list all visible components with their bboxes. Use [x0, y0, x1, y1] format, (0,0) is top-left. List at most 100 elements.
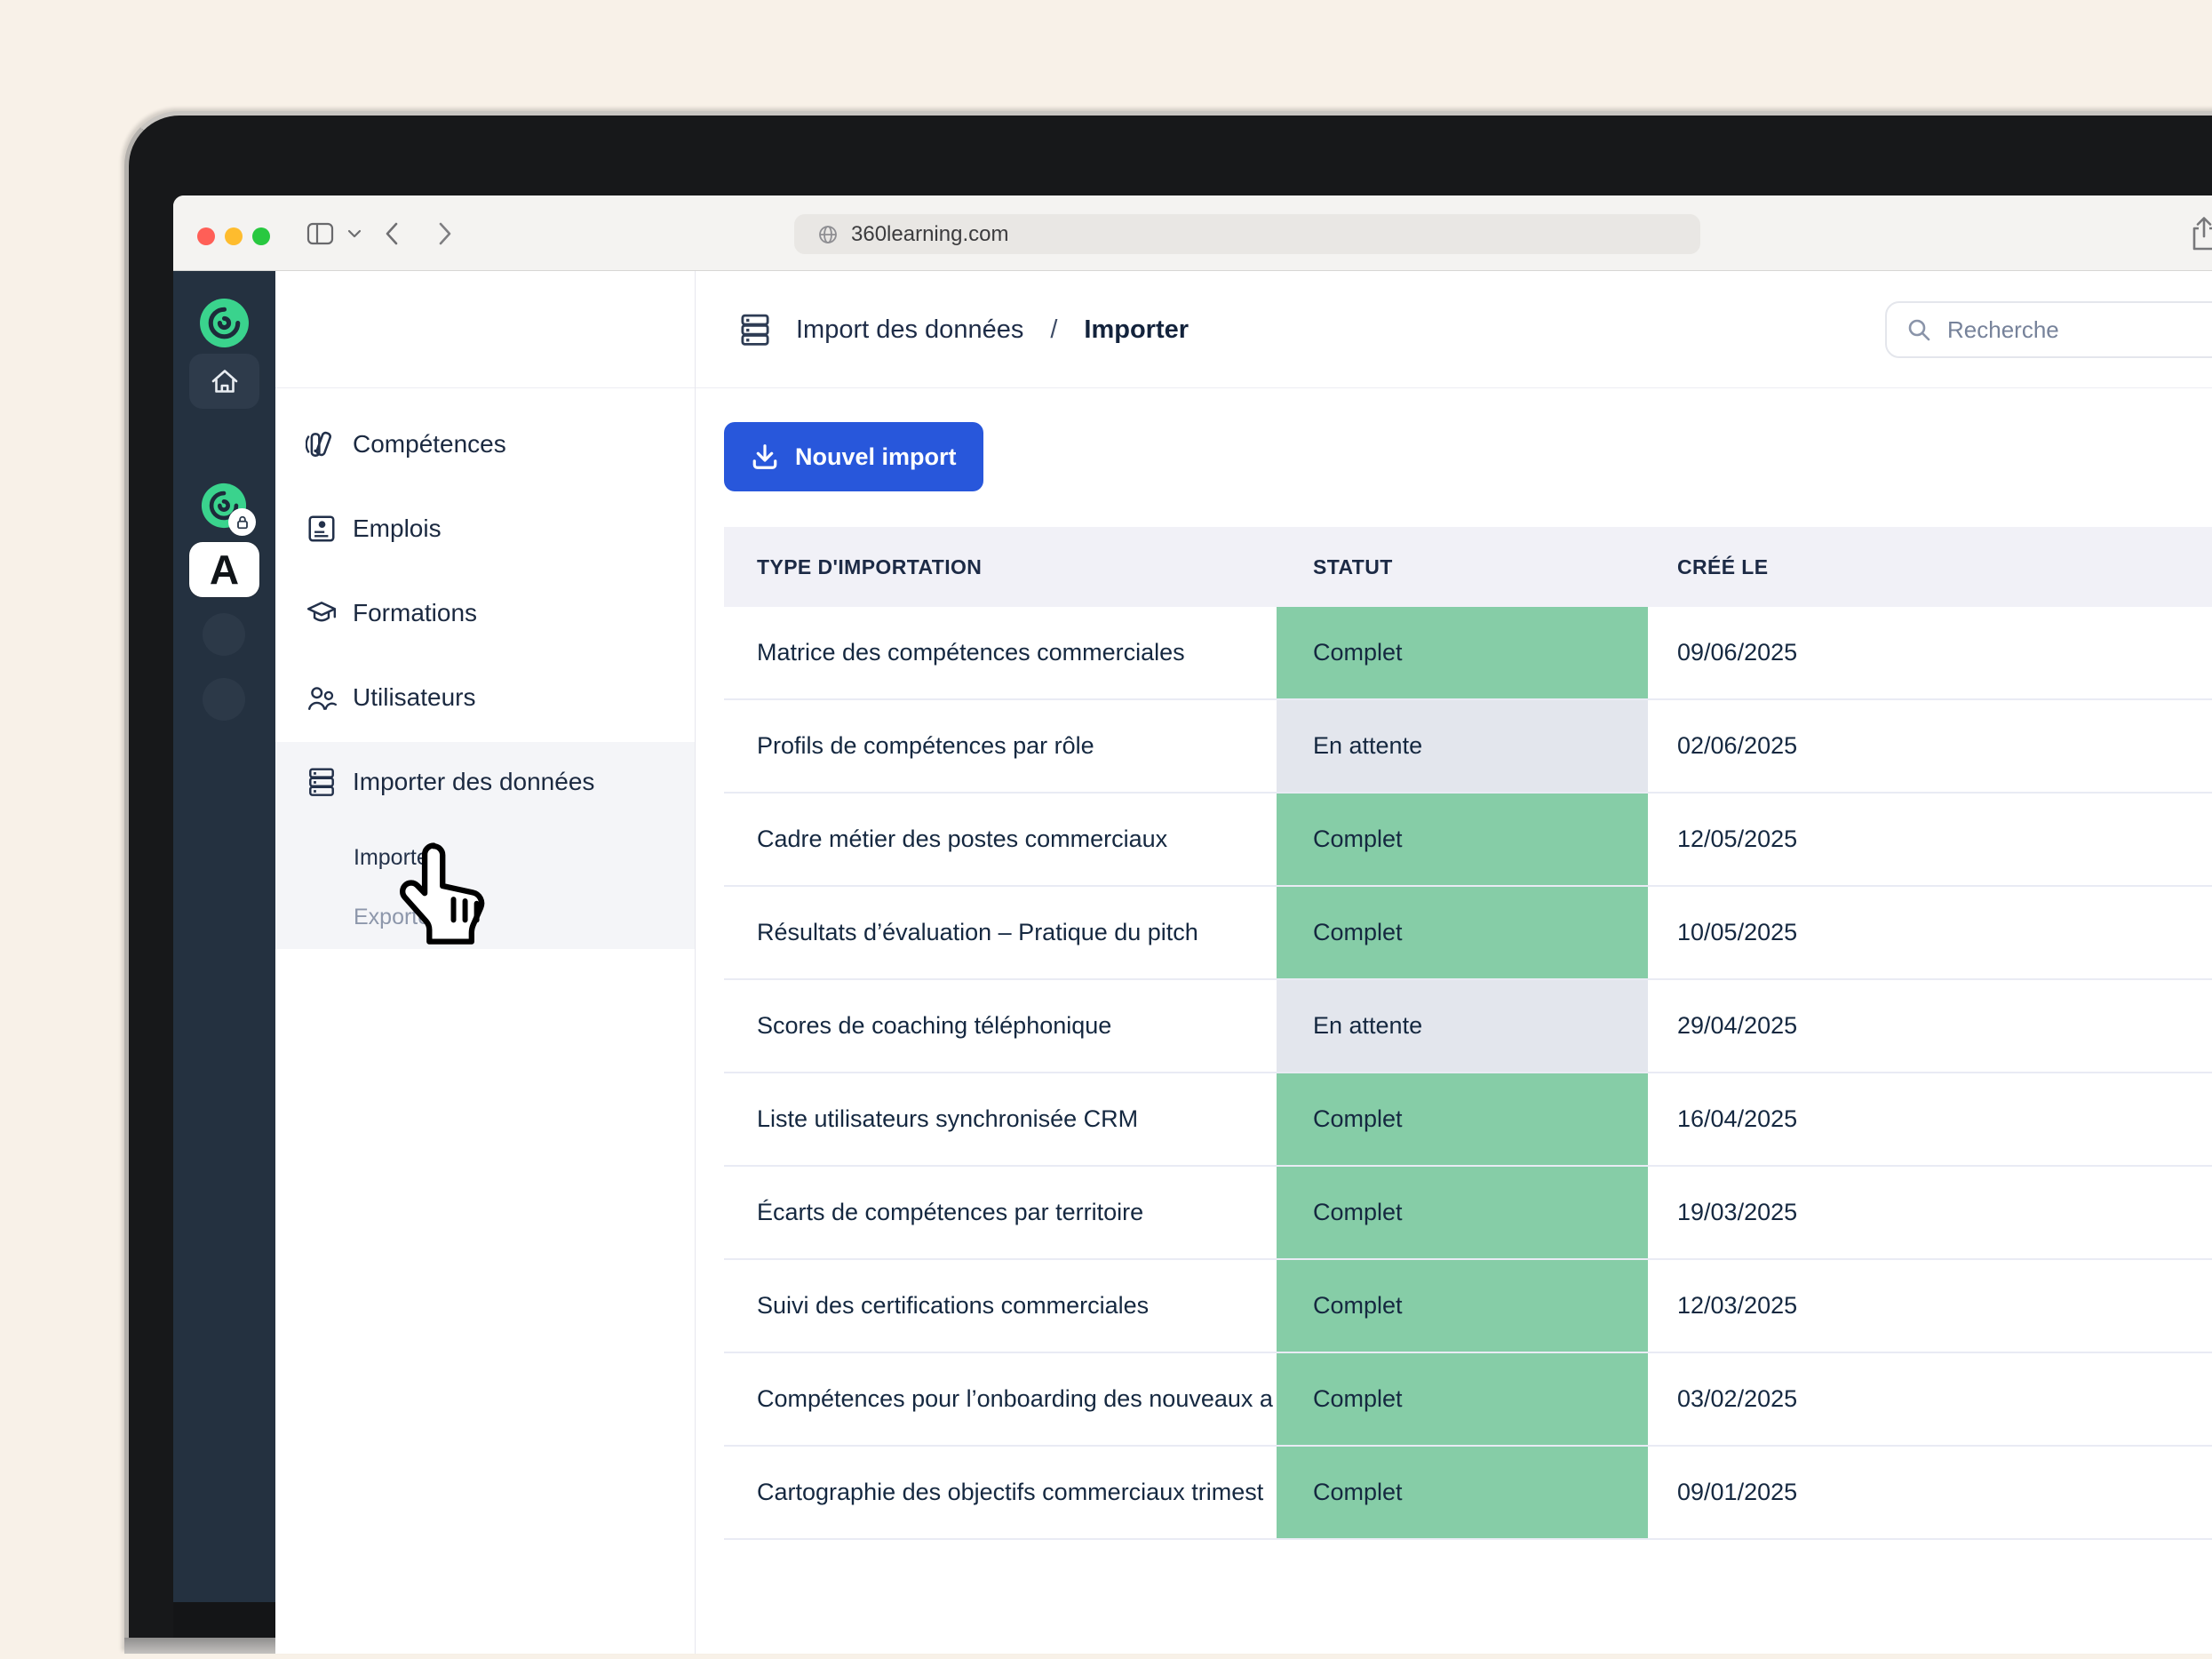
360learning-locked-space-icon[interactable]	[201, 483, 247, 529]
app-root: A Compétences Emplois	[173, 271, 2212, 1654]
sidebar-item-label: Formations	[353, 599, 477, 627]
status-badge: En attente	[1277, 980, 1648, 1072]
import-type-cell: Écarts de compétences par territoire	[724, 1167, 1277, 1258]
breadcrumb-current: Importer	[1084, 315, 1189, 345]
sidebar-item-formations[interactable]: Formations	[275, 582, 695, 644]
nav-sidebar: Compétences Emplois Formations	[275, 271, 696, 1654]
close-window-button[interactable]	[197, 227, 215, 245]
status-badge: Complet	[1277, 1073, 1648, 1165]
table-row[interactable]: Suivi des certifications commerciales Co…	[724, 1260, 2212, 1353]
browser-toolbar: 360learning.com	[173, 195, 2212, 271]
import-type-cell: Compétences pour l’onboarding des nouvea…	[724, 1353, 1277, 1445]
app-rail: A	[173, 271, 275, 1654]
sidebar-top-spacer	[275, 271, 695, 388]
breadcrumb-separator: /	[1050, 315, 1057, 345]
import-type-cell: Résultats d’évaluation – Pratique du pit…	[724, 887, 1277, 978]
home-button[interactable]	[189, 354, 259, 409]
status-badge: Complet	[1277, 1447, 1648, 1538]
app-a-tile[interactable]: A	[189, 542, 259, 597]
status-badge: Complet	[1277, 794, 1648, 885]
home-icon	[210, 367, 240, 395]
traffic-lights	[197, 227, 270, 245]
users-icon	[306, 682, 338, 714]
chevron-down-icon[interactable]	[347, 195, 362, 271]
sidebar-item-importer-des-donnees[interactable]: Importer des données	[306, 766, 594, 798]
status-badge: Complet	[1277, 1167, 1648, 1258]
page-content: Nouvel import TYPE D'IMPORTATION STATUT …	[696, 388, 2212, 1654]
created-date-cell: 29/04/2025	[1648, 980, 2212, 1072]
status-badge: Complet	[1277, 1353, 1648, 1445]
rail-avatar-placeholder[interactable]	[203, 613, 245, 656]
import-type-cell: Scores de coaching téléphonique	[724, 980, 1277, 1072]
new-import-button-label: Nouvel import	[795, 443, 957, 471]
sidebar-toggle-icon[interactable]	[306, 195, 334, 271]
column-header-created: CRÉÉ LE	[1648, 555, 2212, 579]
url-text: 360learning.com	[851, 222, 1008, 247]
table-row[interactable]: Liste utilisateurs synchronisée CRM Comp…	[724, 1073, 2212, 1167]
hand-cursor	[398, 840, 497, 949]
created-date-cell: 10/05/2025	[1648, 887, 2212, 978]
forward-icon[interactable]	[438, 195, 452, 271]
created-date-cell: 12/03/2025	[1648, 1260, 2212, 1352]
back-icon[interactable]	[385, 195, 399, 271]
url-bar[interactable]: 360learning.com	[794, 214, 1700, 254]
new-import-button[interactable]: Nouvel import	[724, 422, 983, 491]
import-type-cell: Matrice des compétences commerciales	[724, 607, 1277, 698]
database-icon	[737, 312, 773, 347]
created-date-cell: 09/06/2025	[1648, 607, 2212, 698]
breadcrumb: Import des données / Importer	[737, 271, 1189, 388]
sidebar-item-label: Compétences	[353, 430, 506, 459]
zoom-window-button[interactable]	[252, 227, 270, 245]
search-placeholder: Recherche	[1947, 316, 2059, 344]
table-row[interactable]: Cartographie des objectifs commerciaux t…	[724, 1447, 2212, 1540]
status-badge: Complet	[1277, 887, 1648, 978]
app-a-letter: A	[210, 546, 239, 594]
database-icon	[306, 766, 338, 798]
table-row[interactable]: Scores de coaching téléphonique En atten…	[724, 980, 2212, 1073]
table-row[interactable]: Compétences pour l’onboarding des nouvea…	[724, 1353, 2212, 1447]
books-icon	[306, 428, 338, 460]
download-icon	[751, 443, 779, 471]
table-row[interactable]: Profils de compétences par rôle En atten…	[724, 700, 2212, 794]
page-background: 360learning.com	[0, 0, 2212, 1659]
share-icon[interactable]	[2188, 195, 2212, 271]
column-header-type: TYPE D'IMPORTATION	[724, 555, 1277, 579]
sidebar-item-label: Importer des données	[353, 768, 594, 796]
status-badge: En attente	[1277, 700, 1648, 792]
360learning-logo-icon[interactable]	[199, 298, 250, 348]
import-type-cell: Cadre métier des postes commerciaux	[724, 794, 1277, 885]
table-row[interactable]: Cadre métier des postes commerciaux Comp…	[724, 794, 2212, 887]
import-type-cell: Suivi des certifications commerciales	[724, 1260, 1277, 1352]
created-date-cell: 19/03/2025	[1648, 1167, 2212, 1258]
table-row[interactable]: Écarts de compétences par territoire Com…	[724, 1167, 2212, 1260]
main-panel: Import des données / Importer Recherche	[696, 271, 2212, 1654]
search-input[interactable]: Recherche	[1885, 301, 2212, 358]
table-body: Matrice des compétences commerciales Com…	[724, 607, 2212, 1540]
import-type-cell: Profils de compétences par rôle	[724, 700, 1277, 792]
sidebar-item-competences[interactable]: Compétences	[275, 413, 695, 475]
status-badge: Complet	[1277, 1260, 1648, 1352]
sidebar-item-emplois[interactable]: Emplois	[275, 498, 695, 560]
import-type-cell: Cartographie des objectifs commerciaux t…	[724, 1447, 1277, 1538]
created-date-cell: 16/04/2025	[1648, 1073, 2212, 1165]
status-badge: Complet	[1277, 607, 1648, 698]
breadcrumb-section[interactable]: Import des données	[796, 315, 1023, 345]
browser-window: 360learning.com	[173, 195, 2212, 1654]
created-date-cell: 12/05/2025	[1648, 794, 2212, 885]
imports-table: TYPE D'IMPORTATION STATUT CRÉÉ LE Matric…	[724, 527, 2212, 1540]
column-header-status: STATUT	[1277, 555, 1648, 579]
sidebar-item-utilisateurs[interactable]: Utilisateurs	[275, 666, 695, 729]
sidebar-item-label: Emplois	[353, 514, 442, 543]
sidebar-item-label: Utilisateurs	[353, 683, 475, 712]
rail-avatar-placeholder[interactable]	[203, 678, 245, 721]
table-row[interactable]: Matrice des compétences commerciales Com…	[724, 607, 2212, 700]
graduation-cap-icon	[306, 597, 338, 629]
table-row[interactable]: Résultats d’évaluation – Pratique du pit…	[724, 887, 2212, 980]
id-card-icon	[306, 513, 338, 545]
laptop-chin	[124, 1638, 275, 1654]
page-header: Import des données / Importer Recherche	[696, 271, 2212, 388]
created-date-cell: 02/06/2025	[1648, 700, 2212, 792]
import-type-cell: Liste utilisateurs synchronisée CRM	[724, 1073, 1277, 1165]
created-date-cell: 03/02/2025	[1648, 1353, 2212, 1445]
minimize-window-button[interactable]	[225, 227, 243, 245]
